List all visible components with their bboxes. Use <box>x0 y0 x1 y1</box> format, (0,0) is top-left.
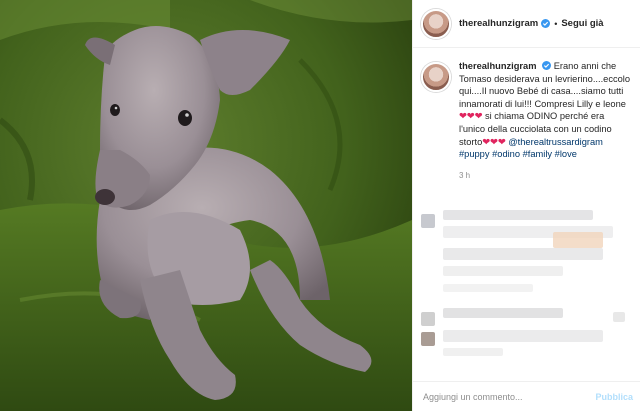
blurred-comment-line <box>443 330 603 342</box>
blurred-comment-line <box>443 308 563 318</box>
caption-avatar[interactable] <box>421 62 451 92</box>
hashtag-link[interactable]: #love <box>555 149 577 159</box>
blurred-avatar <box>421 332 435 346</box>
post-header: therealhunzigram • Segui già <box>413 0 640 48</box>
blurred-like <box>613 312 625 322</box>
hashtag-link[interactable]: #odino <box>492 149 520 159</box>
blurred-comment-line <box>443 210 593 220</box>
comment-input[interactable] <box>421 390 596 403</box>
caption-username[interactable]: therealhunzigram <box>459 61 537 71</box>
puppy-image <box>0 0 412 411</box>
blurred-comment-line <box>443 248 603 260</box>
blurred-comment-line <box>443 284 533 292</box>
blurred-comment-line <box>443 348 503 356</box>
mention-link[interactable]: @therealtrussardigram <box>508 137 603 147</box>
blurred-comments <box>413 200 640 370</box>
caption-row: therealhunzigram Erano anni che Tomaso d… <box>413 48 640 182</box>
hashtag-link[interactable]: #family <box>523 149 552 159</box>
post-sidebar: therealhunzigram • Segui già therealhunz… <box>412 0 640 411</box>
blurred-avatar <box>421 214 435 228</box>
comment-bar: Pubblica <box>413 381 640 411</box>
caption-text: therealhunzigram Erano anni che Tomaso d… <box>459 60 632 182</box>
publish-button[interactable]: Pubblica <box>595 392 633 402</box>
post-window: therealhunzigram • Segui già therealhunz… <box>0 0 640 411</box>
blurred-avatar <box>421 312 435 326</box>
heart-emoji: ❤❤❤ <box>459 111 483 122</box>
separator-dot: • <box>554 18 558 29</box>
hashtag-link[interactable]: #puppy <box>459 149 490 159</box>
verified-badge-icon <box>542 61 552 70</box>
follow-button[interactable]: Segui già <box>561 18 603 29</box>
username[interactable]: therealhunzigram <box>459 18 538 29</box>
blurred-comment-line <box>443 266 563 276</box>
post-time[interactable]: 3 h <box>459 170 632 183</box>
verified-badge-icon <box>541 19 551 28</box>
blurred-comment-line <box>553 232 603 248</box>
post-photo[interactable] <box>0 0 412 411</box>
avatar[interactable] <box>421 8 451 39</box>
heart-emoji: ❤❤❤ <box>482 136 506 147</box>
